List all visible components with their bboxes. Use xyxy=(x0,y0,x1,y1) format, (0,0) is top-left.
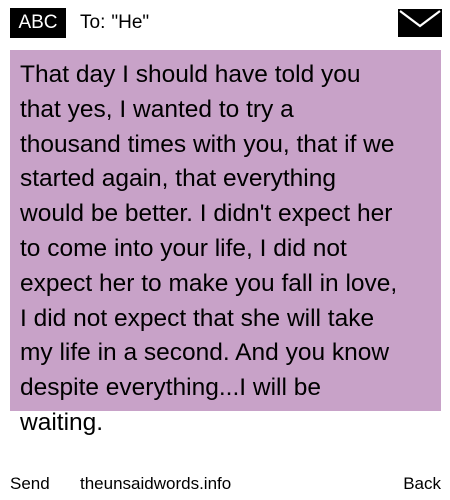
send-button[interactable]: Send xyxy=(10,470,50,498)
message-line: that yes, I wanted to try a xyxy=(20,95,294,123)
message-line: expect her to make you fall in love, xyxy=(20,269,398,297)
message-line: despite everything...I will be xyxy=(20,374,321,402)
recipient-name: "He" xyxy=(111,12,150,33)
envelope-icon xyxy=(398,9,442,37)
message-line: I did not expect that she will take xyxy=(20,304,375,332)
message-line: started again, that everything xyxy=(20,165,336,193)
message-body[interactable]: That day I should have told you that yes… xyxy=(20,58,432,441)
message-line: my life in a second. And you know xyxy=(20,339,390,367)
back-button[interactable]: Back xyxy=(403,470,441,498)
compose-header: ABC To: "He" xyxy=(0,0,450,48)
to-label: To: xyxy=(80,12,106,33)
message-line: to come into your life, I did not xyxy=(20,234,347,262)
message-line: waiting. xyxy=(20,408,104,436)
softkey-bar: Send theunsaidwords.info Back xyxy=(0,470,450,498)
site-label: theunsaidwords.info xyxy=(80,474,232,493)
message-line: would be better. I didn't expect her xyxy=(20,200,393,228)
input-mode-badge[interactable]: ABC xyxy=(10,8,66,38)
recipient-field[interactable]: To: "He" xyxy=(80,8,149,38)
message-line: That day I should have told you xyxy=(20,61,361,88)
message-line: thousand times with you, that if we xyxy=(20,130,395,158)
